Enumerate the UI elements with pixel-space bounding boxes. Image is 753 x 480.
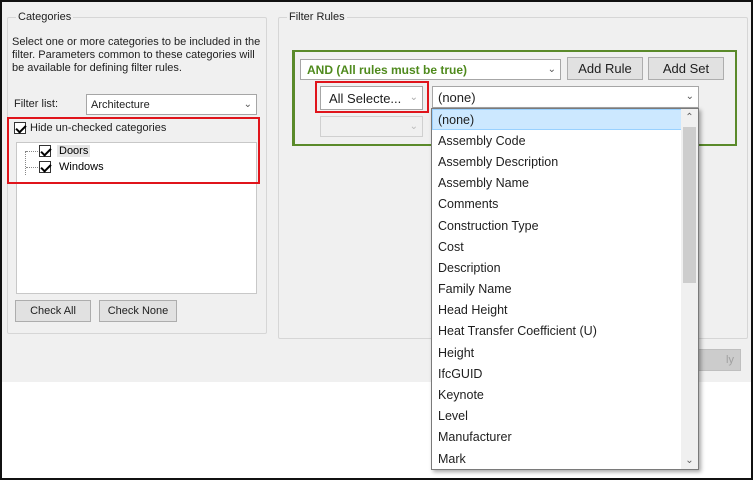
check-none-button[interactable]: Check None — [99, 300, 177, 322]
chevron-down-icon: ⌄ — [547, 63, 556, 75]
scroll-down-icon[interactable]: ⌄ — [681, 452, 698, 469]
option-assembly-code[interactable]: Assembly Code — [432, 130, 682, 151]
option-assembly-description[interactable]: Assembly Description — [432, 151, 682, 172]
option-level[interactable]: Level — [432, 406, 682, 427]
filter-list-label: Filter list: — [14, 98, 58, 110]
option-head-height[interactable]: Head Height — [432, 300, 682, 321]
dropdown-scrollbar[interactable]: ⌃ ⌄ — [681, 109, 698, 469]
parameter-dropdown-list[interactable]: (none) Assembly Code Assembly Descriptio… — [431, 108, 699, 470]
option-comments[interactable]: Comments — [432, 194, 682, 215]
highlight-categories — [7, 117, 260, 184]
add-rule-button[interactable]: Add Rule — [567, 57, 643, 80]
filter-list-value: Architecture — [91, 98, 150, 111]
option-mark[interactable]: Mark — [432, 448, 682, 469]
option-construction-type[interactable]: Construction Type — [432, 215, 682, 236]
check-all-button[interactable]: Check All — [15, 300, 91, 322]
option-height[interactable]: Height — [432, 342, 682, 363]
rule-operator-combo: ⌄ — [320, 116, 423, 137]
chevron-down-icon: ⌄ — [685, 90, 694, 102]
option-ifcguid[interactable]: IfcGUID — [432, 363, 682, 384]
add-set-button[interactable]: Add Set — [648, 57, 724, 80]
option-family-name[interactable]: Family Name — [432, 279, 682, 300]
scroll-thumb[interactable] — [683, 127, 696, 283]
highlight-category-combo — [315, 81, 429, 113]
filter-list-combo[interactable]: Architecture ⌄ — [86, 94, 257, 115]
scroll-up-icon[interactable]: ⌃ — [681, 109, 698, 126]
logic-value: AND (All rules must be true) — [307, 62, 468, 77]
chevron-down-icon: ⌄ — [243, 98, 252, 110]
filter-rules-title: Filter Rules — [287, 11, 347, 23]
rule-parameter-combo[interactable]: (none) ⌄ — [432, 86, 699, 108]
option-assembly-name[interactable]: Assembly Name — [432, 173, 682, 194]
option-manufacturer[interactable]: Manufacturer — [432, 427, 682, 448]
logic-combo[interactable]: AND (All rules must be true) ⌄ — [300, 59, 561, 80]
rule-parameter-value: (none) — [438, 89, 476, 105]
option-heat-transfer-coefficient[interactable]: Heat Transfer Coefficient (U) — [432, 321, 682, 342]
categories-title: Categories — [16, 11, 74, 23]
option-description[interactable]: Description — [432, 257, 682, 278]
chevron-down-icon: ⌄ — [409, 120, 418, 132]
option-cost[interactable]: Cost — [432, 236, 682, 257]
parameter-options: (none) Assembly Code Assembly Descriptio… — [432, 109, 682, 469]
categories-description: Select one or more categories to be incl… — [12, 36, 261, 74]
option-none[interactable]: (none) — [432, 109, 682, 131]
option-keynote[interactable]: Keynote — [432, 384, 682, 405]
